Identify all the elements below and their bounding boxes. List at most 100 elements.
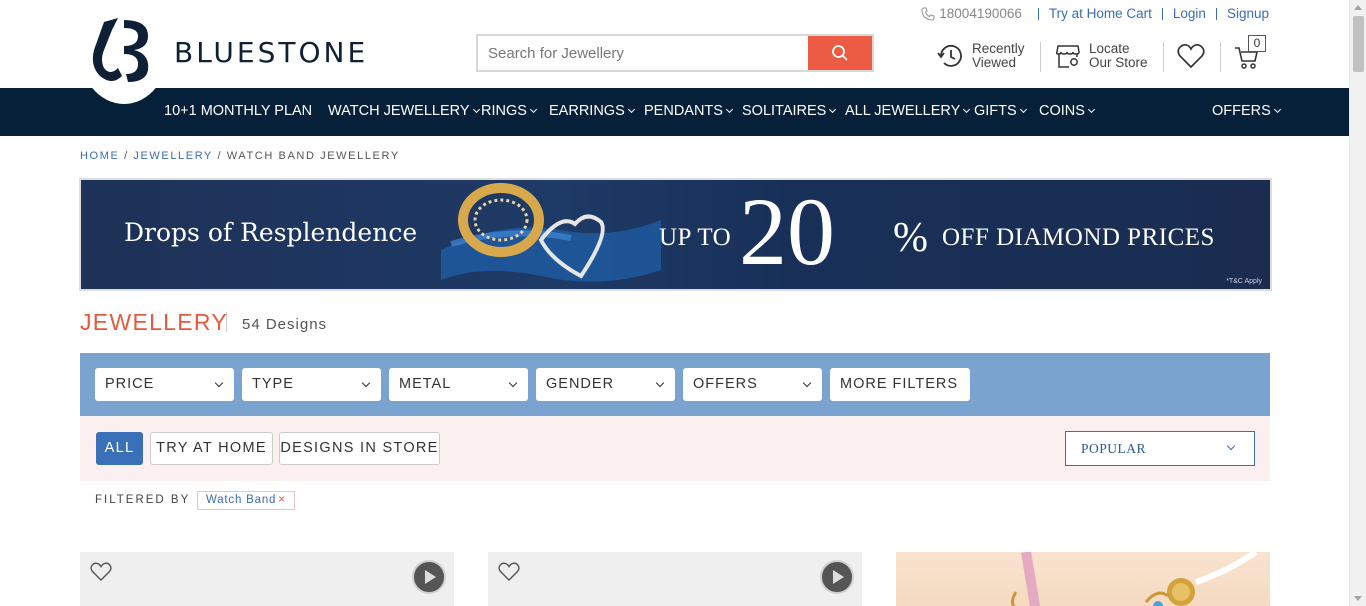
try-at-home-cart-link[interactable]: Try at Home Cart: [1037, 6, 1162, 20]
locate-store-line2: Our Store: [1089, 55, 1148, 70]
nav-item-offers[interactable]: OFFERS: [1212, 88, 1281, 136]
header-divider: [1163, 42, 1164, 72]
banner-percent-sign: %: [893, 215, 928, 261]
phone-contact[interactable]: 18004190066: [921, 6, 1022, 21]
scroll-down-arrow[interactable]: [1354, 596, 1362, 601]
breadcrumb-separator: /: [124, 150, 134, 162]
banner-offer-text: OFF DIAMOND PRICES: [942, 224, 1215, 251]
brand-name[interactable]: BLUESTONE: [174, 36, 368, 69]
nav-item-monthly-plan[interactable]: 10+1 MONTHLY PLAN: [164, 88, 312, 136]
breadcrumb-home[interactable]: HOME: [80, 150, 119, 162]
filter-price-dropdown[interactable]: PRICE: [95, 368, 234, 401]
filter-label: OFFERS: [693, 376, 758, 392]
page-title: JEWELLERY: [80, 309, 229, 335]
breadcrumb-separator: /: [217, 150, 227, 162]
filter-type-dropdown[interactable]: TYPE: [242, 368, 381, 401]
nav-label: PENDANTS: [644, 103, 723, 119]
header-divider: [1220, 42, 1221, 72]
product-image: [1010, 552, 1258, 606]
chevron-down-icon: [472, 105, 480, 114]
listing-tabs: ALL TRY AT HOME DESIGNS IN STORE POPULAR: [80, 416, 1270, 481]
product-card[interactable]: [488, 552, 862, 606]
header-divider: [1040, 42, 1041, 72]
banner-terms: *T&C Apply: [1226, 278, 1262, 285]
locate-store-line1: Locate: [1089, 41, 1130, 56]
play-video-icon[interactable]: [412, 560, 446, 594]
search-input[interactable]: [478, 36, 808, 70]
filter-offers-dropdown[interactable]: OFFERS: [683, 368, 822, 401]
nav-label: RINGS: [481, 103, 527, 119]
nav-label: OFFERS: [1212, 103, 1271, 119]
search-box: [476, 34, 874, 72]
banner-tagline: Drops of Resplendence: [124, 218, 418, 247]
scrollbar-thumb[interactable]: [1353, 16, 1364, 72]
chevron-down-icon: [725, 105, 734, 114]
sort-label: POPULAR: [1081, 441, 1147, 456]
product-card[interactable]: [896, 552, 1270, 606]
nav-item-rings[interactable]: RINGS: [481, 88, 537, 136]
chevron-down-icon: [529, 105, 537, 114]
nav-label: 10+1 MONTHLY PLAN: [164, 103, 313, 119]
design-count: 54 Designs: [242, 316, 328, 333]
promo-banner[interactable]: Drops of Resplendence UP TO 20 % OFF DIA…: [79, 178, 1272, 291]
scroll-up-arrow[interactable]: [1354, 5, 1362, 10]
nav-item-watch-jewellery[interactable]: WATCH JEWELLERY: [328, 88, 480, 136]
nav-item-earrings[interactable]: EARRINGS: [549, 88, 635, 136]
more-filters-button[interactable]: MORE FILTERS: [830, 368, 970, 401]
nav-item-all-jewellery[interactable]: ALL JEWELLERY: [845, 88, 971, 136]
history-icon: [937, 44, 962, 67]
page-scrollbar[interactable]: [1349, 0, 1366, 606]
recently-viewed[interactable]: Recently Viewed: [936, 42, 1025, 70]
chip-label: Watch Band: [206, 494, 277, 506]
filter-label: MORE FILTERS: [840, 376, 959, 392]
filter-label: GENDER: [546, 376, 615, 392]
chevron-down-icon: [214, 378, 224, 388]
filter-gender-dropdown[interactable]: GENDER: [536, 368, 675, 401]
nav-label: ALL JEWELLERY: [845, 103, 961, 119]
main-nav: 10+1 MONTHLY PLAN WATCH JEWELLERY RINGS …: [0, 88, 1349, 136]
site-header: BLUESTONE 18004190066 Try at Home Cart L…: [0, 0, 1349, 104]
nav-item-coins[interactable]: COINS: [1039, 88, 1095, 136]
filter-label: PRICE: [105, 376, 155, 392]
wishlist-heart-icon[interactable]: [498, 562, 520, 582]
breadcrumb: HOME / JEWELLERY / WATCH BAND JEWELLERY: [80, 150, 400, 162]
filter-metal-dropdown[interactable]: METAL: [389, 368, 528, 401]
filter-bar: PRICE TYPE METAL GENDER OFFERS MORE FILT…: [80, 353, 1270, 416]
nav-item-gifts[interactable]: GIFTS: [974, 88, 1027, 136]
signup-link[interactable]: Signup: [1215, 6, 1269, 20]
search-button[interactable]: [808, 36, 872, 70]
filtered-by-label: FILTERED BY: [95, 494, 191, 506]
nav-label: SOLITAIRES: [742, 103, 827, 119]
recently-viewed-line1: Recently: [972, 41, 1025, 56]
nav-item-pendants[interactable]: PENDANTS: [644, 88, 734, 136]
tab-try-at-home[interactable]: TRY AT HOME: [150, 432, 273, 465]
wishlist-heart-icon[interactable]: [90, 562, 112, 582]
tab-all[interactable]: ALL: [96, 432, 143, 465]
heart-icon: [1177, 43, 1205, 69]
banner-discount-number: 20: [739, 178, 835, 285]
bluestone-logo-icon[interactable]: [90, 16, 152, 84]
active-filter-chip[interactable]: Watch Band ×: [197, 491, 295, 510]
phone-number: 18004190066: [939, 6, 1022, 21]
login-link[interactable]: Login: [1161, 6, 1216, 20]
product-card[interactable]: [80, 552, 454, 606]
recently-viewed-label: Recently Viewed: [972, 42, 1025, 70]
wishlist-button[interactable]: [1177, 43, 1205, 69]
nav-label: EARRINGS: [549, 103, 625, 119]
chevron-down-icon: [1226, 441, 1236, 451]
sort-dropdown[interactable]: POPULAR: [1065, 431, 1255, 466]
chevron-down-icon: [655, 378, 665, 388]
breadcrumb-current: WATCH BAND JEWELLERY: [226, 150, 400, 162]
breadcrumb-jewellery[interactable]: JEWELLERY: [133, 150, 212, 162]
banner-up-to: UP TO: [659, 224, 732, 251]
locate-store[interactable]: Locate Our Store: [1055, 42, 1148, 70]
search-icon: [832, 45, 848, 61]
chevron-down-icon: [829, 105, 837, 114]
play-video-icon[interactable]: [820, 560, 854, 594]
chevron-down-icon: [1087, 105, 1095, 114]
remove-filter-icon[interactable]: ×: [278, 494, 286, 506]
nav-item-solitaires[interactable]: SOLITAIRES: [742, 88, 837, 136]
tab-designs-in-store[interactable]: DESIGNS IN STORE: [279, 432, 440, 465]
chevron-down-icon: [627, 105, 635, 114]
top-links: 18004190066 Try at Home Cart Login Signu…: [921, 6, 1269, 21]
